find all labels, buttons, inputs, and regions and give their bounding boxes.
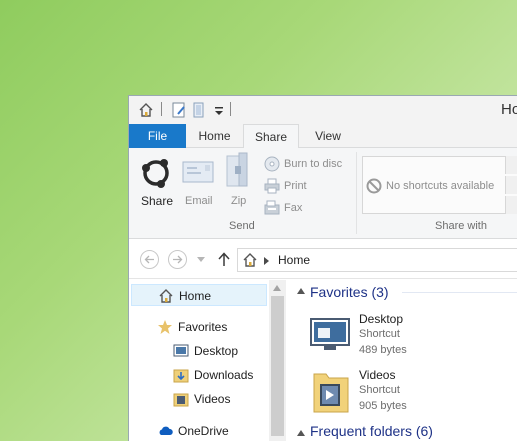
- breadcrumb-chevron-icon[interactable]: [264, 257, 269, 265]
- share-button-label[interactable]: Share: [141, 194, 173, 208]
- send-group-label: Send: [229, 220, 255, 232]
- group-divider: [402, 292, 517, 293]
- zip-button-label[interactable]: Zip: [231, 195, 246, 207]
- new-folder-icon[interactable]: [191, 102, 207, 118]
- back-arrow-icon: [144, 255, 154, 264]
- collapse-group-icon[interactable]: [297, 430, 305, 436]
- nav-item-downloads[interactable]: Downloads: [129, 364, 269, 386]
- nav-item-label: Videos: [194, 392, 231, 406]
- ribbon-tabs: File Home Share View: [129, 124, 517, 149]
- email-icon[interactable]: [182, 160, 214, 184]
- home-icon[interactable]: [138, 102, 154, 118]
- share-with-gallery[interactable]: No shortcuts available: [362, 156, 517, 214]
- item-type: Shortcut: [359, 384, 400, 396]
- toolbar-separator: [230, 102, 231, 116]
- share-with-group-label: Share with: [435, 220, 487, 232]
- nav-item-label: Favorites: [178, 320, 228, 334]
- forward-arrow-icon: [173, 255, 183, 264]
- list-item[interactable]: Videos Shortcut 905 bytes: [306, 368, 516, 416]
- window-title: Ho: [501, 101, 517, 118]
- blocked-icon: [366, 178, 382, 194]
- share-icon[interactable]: [139, 156, 173, 190]
- zip-icon[interactable]: [225, 152, 251, 188]
- file-list: Favorites (3) Desktop Shortcut 489 bytes…: [286, 280, 517, 441]
- nav-item-label: Downloads: [194, 368, 254, 382]
- item-name: Desktop: [359, 312, 404, 326]
- gallery-scroll-down[interactable]: [505, 176, 517, 194]
- home-icon: [159, 289, 173, 303]
- nav-item-onedrive[interactable]: OneDrive: [129, 420, 269, 441]
- group-header-frequent-folders[interactable]: Frequent folders (6): [310, 423, 433, 439]
- nav-item-label: Home: [179, 289, 212, 303]
- forward-button[interactable]: [168, 250, 187, 269]
- nav-scrollbar[interactable]: [269, 280, 286, 441]
- item-size: 905 bytes: [359, 400, 407, 412]
- group-separator: [356, 152, 357, 234]
- downloads-icon: [173, 369, 189, 383]
- videos-folder-icon: [313, 373, 349, 413]
- file-explorer-window: Ho File Home Share View Share Email: [128, 95, 517, 441]
- nav-item-videos[interactable]: Videos: [129, 388, 269, 410]
- customize-dropdown-icon[interactable]: [211, 102, 227, 118]
- tab-share[interactable]: Share: [243, 124, 299, 149]
- scroll-up-icon[interactable]: [273, 285, 281, 291]
- navigation-bar: Home: [129, 240, 517, 279]
- no-shortcuts-text: No shortcuts available: [386, 180, 495, 192]
- item-size: 489 bytes: [359, 344, 407, 356]
- recent-locations-icon[interactable]: [197, 257, 205, 263]
- nav-item-home[interactable]: Home: [131, 284, 267, 306]
- tab-file[interactable]: File: [129, 124, 186, 148]
- print-icon[interactable]: [264, 178, 280, 194]
- item-name: Videos: [359, 368, 396, 382]
- burn-to-disc-button[interactable]: Burn to disc: [284, 158, 342, 170]
- fax-button[interactable]: Fax: [284, 202, 302, 214]
- toolbar-separator: [161, 102, 162, 116]
- collapse-group-icon[interactable]: [297, 288, 305, 294]
- burn-disc-icon[interactable]: [264, 156, 280, 172]
- tab-home[interactable]: Home: [187, 124, 242, 148]
- back-button[interactable]: [140, 250, 159, 269]
- home-icon: [243, 253, 257, 267]
- email-button-label[interactable]: Email: [185, 195, 213, 207]
- nav-item-label: OneDrive: [178, 424, 229, 438]
- scrollbar-thumb[interactable]: [271, 296, 284, 436]
- gallery-scroll-up[interactable]: [505, 156, 517, 174]
- ribbon-share-panel: Share Email Zip Burn to disc Print Fax S…: [129, 148, 517, 239]
- address-field[interactable]: Home: [237, 248, 517, 272]
- breadcrumb-home[interactable]: Home: [278, 253, 310, 267]
- up-arrow-icon[interactable]: [217, 252, 231, 267]
- list-item[interactable]: Desktop Shortcut 489 bytes: [306, 312, 516, 360]
- tab-view[interactable]: View: [301, 124, 355, 148]
- properties-icon[interactable]: [171, 102, 187, 118]
- item-type: Shortcut: [359, 328, 400, 340]
- videos-icon: [173, 393, 189, 407]
- cloud-icon: [159, 426, 173, 435]
- star-icon: [158, 320, 172, 334]
- fax-icon[interactable]: [264, 200, 280, 216]
- desktop-icon: [173, 344, 189, 357]
- nav-item-label: Desktop: [194, 344, 239, 358]
- gallery-expand[interactable]: [505, 196, 517, 214]
- nav-item-favorites[interactable]: Favorites: [129, 316, 269, 338]
- desktop-icon: [310, 318, 350, 350]
- title-bar: Ho: [129, 96, 517, 124]
- print-button[interactable]: Print: [284, 180, 307, 192]
- navigation-pane: Home Favorites Desktop Downloads Videos …: [129, 280, 286, 441]
- nav-item-desktop[interactable]: Desktop: [129, 340, 269, 362]
- group-header-favorites[interactable]: Favorites (3): [310, 284, 389, 300]
